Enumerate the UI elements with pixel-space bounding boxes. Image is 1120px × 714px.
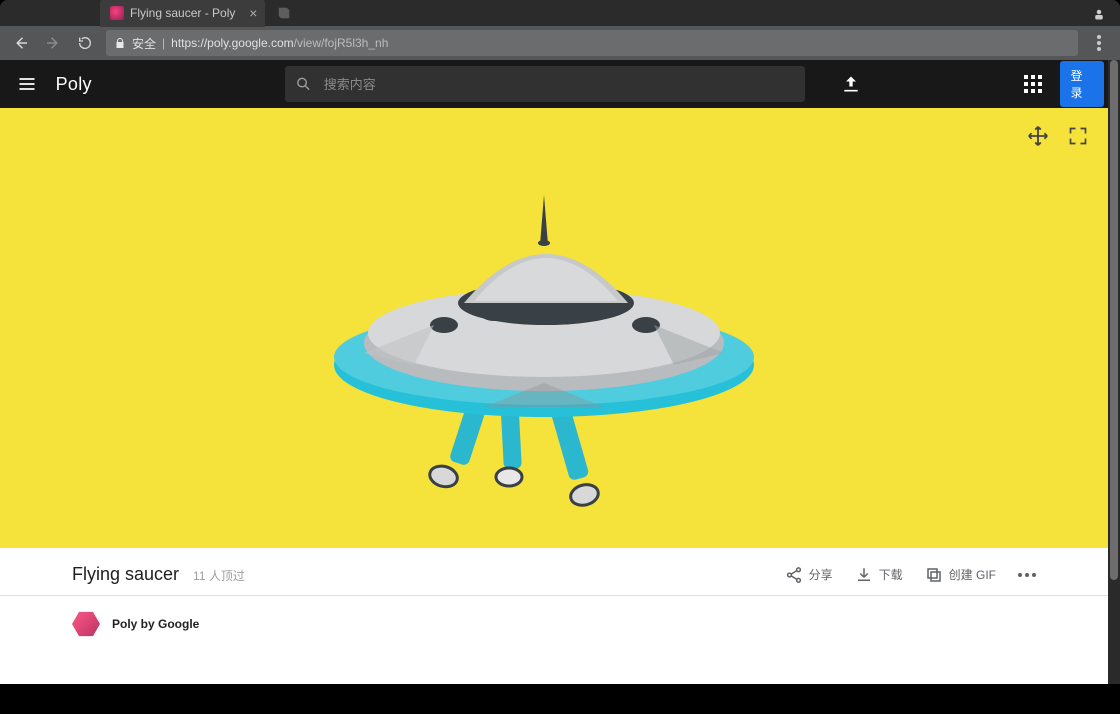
download-button[interactable]: 下载 [855,566,903,584]
asset-info-bar: Flying saucer 11 人顶过 分享 下载 创建 GIF [0,548,1108,596]
move-tool-button[interactable] [1026,124,1050,148]
move-icon [1027,125,1049,147]
app-header: Poly 登录 [0,60,1120,108]
url-text: https://poly.google.com/view/fojR5l3h_nh [171,36,388,50]
address-bar[interactable]: 安全 | https://poly.google.com/view/fojR5l… [106,30,1078,56]
app-logo[interactable]: Poly [56,74,92,95]
back-button[interactable] [10,32,32,54]
search-box[interactable] [285,66,805,102]
fullscreen-button[interactable] [1066,124,1090,148]
profile-icon[interactable] [1090,6,1108,24]
create-gif-button[interactable]: 创建 GIF [925,566,996,584]
share-label: 分享 [809,566,833,583]
reload-icon [77,35,93,51]
arrow-left-icon [12,34,30,52]
likes-count: 11 人顶过 [193,567,245,584]
share-button[interactable]: 分享 [785,566,833,584]
viewer-canvas[interactable] [0,108,1108,548]
scrollbar-track[interactable] [1108,60,1120,684]
apps-grid-icon [1024,75,1042,93]
more-button[interactable] [1018,573,1036,577]
tab-close-button[interactable]: × [249,6,257,20]
page-content: Poly 登录 [0,60,1120,684]
address-toolbar: 安全 | https://poly.google.com/view/fojR5l… [0,26,1120,60]
lock-icon [114,37,126,49]
model-view [334,175,774,515]
scrollbar-thumb[interactable] [1110,60,1118,580]
apps-button[interactable] [1024,75,1042,93]
tab-strip: Flying saucer - Poly × [0,0,1120,26]
new-tab-button[interactable] [273,2,295,24]
browser-menu-button[interactable] [1088,32,1110,54]
copy-icon [925,566,943,584]
search-icon [295,75,312,93]
forward-button[interactable] [42,32,64,54]
fullscreen-icon [1068,126,1088,146]
author-row: Poly by Google [0,596,1120,652]
tab-favicon-icon [110,6,124,20]
upload-button[interactable] [841,74,861,94]
upload-icon [841,74,861,94]
secure-label: 安全 [132,35,156,52]
browser-tab[interactable]: Flying saucer - Poly × [100,0,265,27]
login-button[interactable]: 登录 [1060,61,1104,107]
author-avatar-icon[interactable] [72,610,100,638]
arrow-right-icon [44,34,62,52]
menu-button[interactable] [16,73,38,95]
more-horizontal-icon [1018,573,1036,577]
reload-button[interactable] [74,32,96,54]
share-icon [785,566,803,584]
hamburger-icon [17,74,37,94]
asset-title: Flying saucer [72,564,179,585]
author-name[interactable]: Poly by Google [112,617,199,631]
create-gif-label: 创建 GIF [949,566,996,583]
tab-title: Flying saucer - Poly [130,6,235,20]
download-icon [855,566,873,584]
new-tab-icon [277,6,291,20]
kebab-icon [1097,35,1101,51]
search-input[interactable] [324,77,795,92]
download-label: 下载 [879,566,903,583]
